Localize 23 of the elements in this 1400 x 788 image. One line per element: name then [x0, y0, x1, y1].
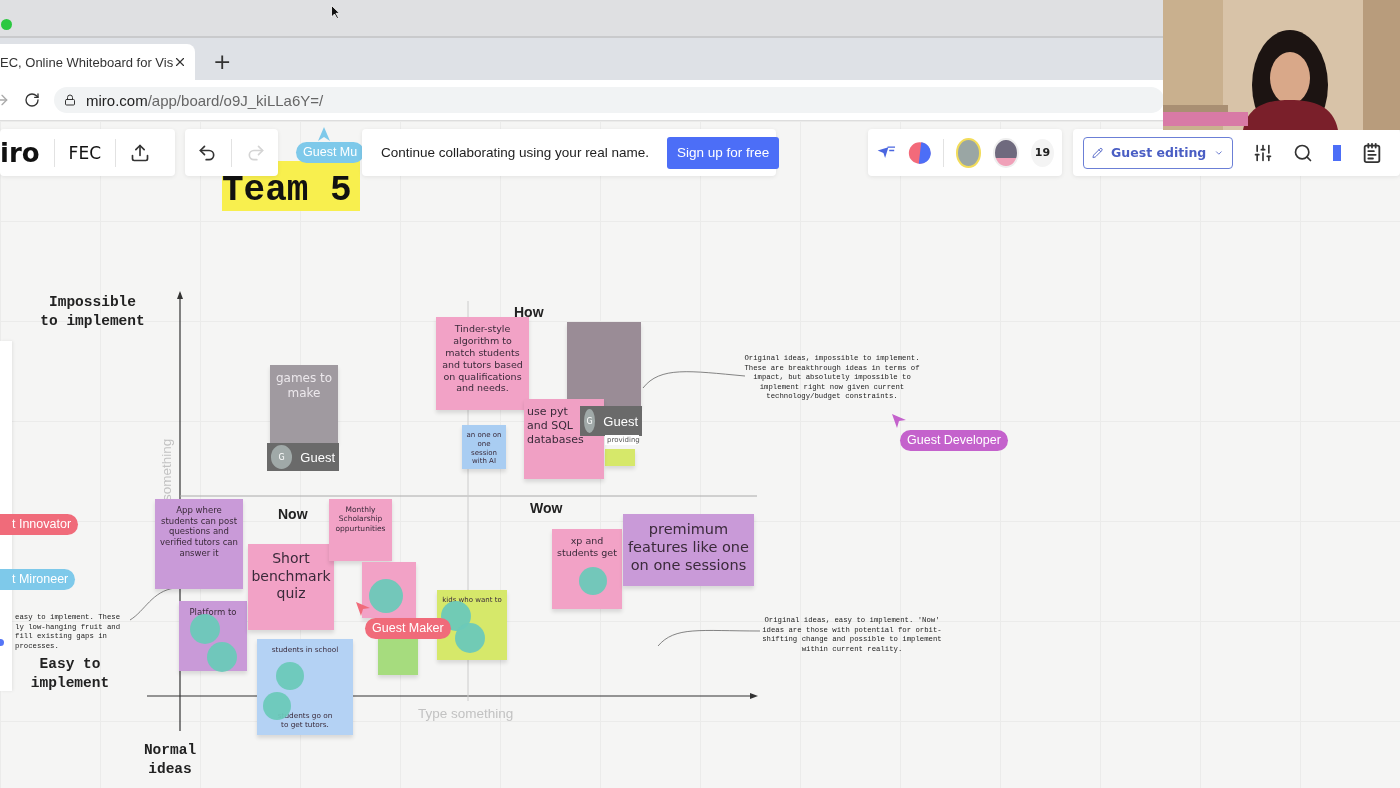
note-text: App where students can post questions and verified tutors can answer it	[159, 505, 239, 559]
user-name: Guest	[603, 413, 638, 429]
cursor-name-tooltip: t Mironeer	[0, 568, 76, 590]
note-text: games to make	[274, 371, 334, 401]
axis-label: Impossible to implement	[39, 293, 146, 331]
user-initial: G	[271, 445, 293, 469]
cursor-name-tooltip: t Innovator	[0, 513, 79, 535]
note-text: xp and students get	[557, 535, 617, 559]
banner-message: Continue collaborating using your real name.	[381, 145, 649, 160]
note-text: Tinder-style algorithm to match students and tutors based on qualifications and needs.	[441, 323, 524, 395]
user-initial: G	[584, 409, 596, 433]
cursor-name-tooltip: Guest Developer	[900, 429, 1008, 451]
note-text: use pyt and SQL databases	[527, 405, 584, 447]
user-name: Guest	[300, 449, 335, 465]
quadrant-label: Wow	[530, 500, 563, 516]
axis-label: Easy to implement	[29, 655, 111, 693]
note-text: Platform to	[189, 607, 237, 618]
quadrant-label: Now	[278, 506, 308, 522]
quadrant-label: How	[514, 304, 544, 320]
note-text: premimum features like one on one sessions	[627, 520, 750, 575]
cursor-name-tooltip: Guest Maker	[365, 617, 451, 639]
note-text: Short benchmark quiz	[251, 550, 331, 603]
axis-label: Normal ideas	[142, 741, 198, 779]
